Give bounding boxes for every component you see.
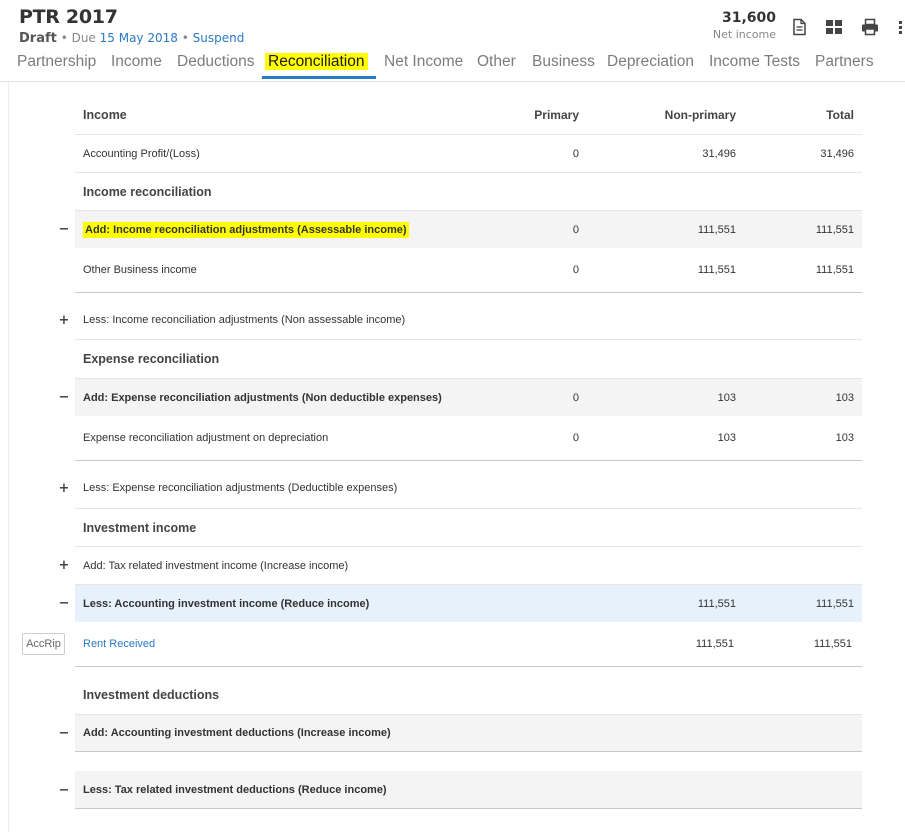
tab-net-income[interactable]: Net Income (384, 53, 463, 71)
section-title: Investment deductions (83, 688, 220, 702)
page-title: PTR 2017 (19, 6, 118, 28)
table-row[interactable]: Add: Accounting investment deductions (I… (75, 714, 862, 752)
non-primary-value: 103 (717, 432, 736, 444)
primary-value: 0 (572, 264, 579, 276)
section-title: Income reconciliation (83, 184, 212, 199)
tab-partners[interactable]: Partners (815, 53, 874, 71)
tab-business[interactable]: Business (532, 53, 595, 71)
total-value: 103 (835, 432, 854, 444)
tab-reconciliation-label: Reconciliation (265, 53, 368, 70)
table-header: Income Primary Non-primary Total (75, 96, 862, 134)
total-value: 31,496 (820, 147, 854, 160)
section-heading: Investment income (75, 508, 862, 546)
header-primary: Primary (534, 108, 579, 122)
section-title: Investment income (83, 520, 197, 535)
expand-toggle[interactable]: + (58, 481, 70, 496)
table-row[interactable]: Add: Tax related investment income (Incr… (75, 546, 862, 584)
rent-received-link[interactable]: Rent Received (83, 638, 155, 650)
header-non-primary: Non-primary (664, 108, 736, 122)
collapse-toggle[interactable]: − (58, 726, 70, 741)
separator-dot: • (181, 31, 189, 45)
non-primary-value: 111,551 (697, 264, 736, 276)
section-heading: Income reconciliation (75, 172, 862, 210)
due-prefix: • Due (60, 31, 96, 45)
suspend-link[interactable]: Suspend (193, 31, 245, 45)
section-heading: Expense reconciliation (75, 339, 862, 377)
net-income-value: 31,600 (721, 10, 776, 26)
status-badge: Draft (19, 31, 57, 46)
table-row[interactable]: Add: Expense reconciliation adjustments … (75, 378, 862, 416)
row-label: Less: Tax related investment deductions … (83, 783, 387, 796)
dashboard-grid-icon[interactable] (825, 18, 843, 36)
section-title: Expense reconciliation (83, 351, 220, 366)
tab-reconciliation[interactable]: Reconciliation (265, 53, 368, 71)
primary-value: 0 (572, 147, 579, 160)
non-primary-value: 103 (717, 391, 736, 404)
table-row[interactable]: Less: Tax related investment deductions … (75, 771, 862, 809)
table-row[interactable]: Less: Expense reconciliation adjustments… (75, 469, 862, 507)
net-income-label: Net income (712, 28, 776, 41)
table-row: Expense reconciliation adjustment on dep… (75, 416, 862, 461)
header-income: Income (83, 108, 127, 122)
tab-depreciation[interactable]: Depreciation (607, 53, 694, 71)
document-icon[interactable] (790, 18, 808, 36)
primary-value: 0 (572, 432, 579, 444)
tab-partnership[interactable]: Partnership (17, 53, 96, 71)
row-label: Less: Expense reconciliation adjustments… (83, 482, 398, 494)
table-row: Accounting Profit/(Loss) 0 31,496 31,496 (75, 134, 862, 172)
tab-income[interactable]: Income (111, 53, 162, 71)
tab-deductions[interactable]: Deductions (177, 53, 255, 71)
row-label: Add: Accounting investment deductions (I… (83, 727, 391, 739)
row-label: Less: Income reconciliation adjustments … (83, 314, 406, 326)
non-primary-value: 111,551 (697, 223, 736, 236)
primary-value: 0 (572, 223, 579, 236)
table-row[interactable]: Add: Income reconciliation adjustments (… (75, 210, 862, 248)
collapse-toggle[interactable]: − (58, 390, 70, 405)
row-label: Add: Income reconciliation adjustments (… (83, 221, 409, 238)
row-label: Less: Accounting investment income (Redu… (83, 597, 370, 610)
collapse-toggle[interactable]: − (58, 596, 70, 611)
highlighted-label: Add: Income reconciliation adjustments (… (83, 221, 409, 238)
tab-income-tests[interactable]: Income Tests (709, 53, 800, 71)
more-vertical-icon[interactable] (897, 18, 905, 36)
table-row-selected[interactable]: Less: Accounting investment income (Redu… (75, 584, 862, 622)
net-income-summary: 31,600 Net income (713, 10, 776, 41)
non-primary-value: 31,496 (702, 147, 736, 160)
total-value: 111,551 (815, 597, 854, 610)
due-date-link[interactable]: 15 May 2018 (100, 31, 178, 45)
total-value: 111,551 (815, 264, 854, 276)
section-tabs: Partnership Income Deductions Reconcilia… (0, 48, 905, 82)
row-label: Add: Tax related investment income (Incr… (83, 559, 349, 572)
left-divider (8, 82, 9, 832)
non-primary-value: 111,551 (697, 597, 736, 610)
non-primary-value: 111,551 (695, 638, 734, 650)
active-tab-indicator (262, 76, 376, 79)
expand-toggle[interactable]: + (58, 313, 70, 328)
collapse-toggle[interactable]: − (58, 783, 70, 798)
table-row[interactable]: Less: Income reconciliation adjustments … (75, 301, 862, 339)
primary-value: 0 (572, 391, 579, 404)
row-label: Other Business income (83, 264, 197, 276)
section-heading: Investment deductions (75, 676, 862, 714)
expand-toggle[interactable]: + (58, 558, 70, 573)
row-label: Expense reconciliation adjustment on dep… (83, 432, 329, 444)
return-subtitle: Draft • Due 15 May 2018 • Suspend (19, 31, 244, 46)
accrip-badge-button[interactable]: AccRip (22, 633, 65, 655)
table-row: Rent Received 111,551 111,551 (75, 622, 862, 667)
tab-other[interactable]: Other (477, 53, 516, 71)
total-value: 111,551 (815, 223, 854, 236)
print-icon[interactable] (861, 18, 879, 36)
total-value: 103 (835, 391, 854, 404)
table-row: Other Business income 0 111,551 111,551 (75, 248, 862, 293)
collapse-toggle[interactable]: − (58, 222, 70, 237)
header-total: Total (826, 108, 854, 122)
total-value: 111,551 (813, 638, 852, 650)
row-label: Add: Expense reconciliation adjustments … (83, 391, 442, 404)
row-label: Accounting Profit/(Loss) (83, 147, 200, 160)
